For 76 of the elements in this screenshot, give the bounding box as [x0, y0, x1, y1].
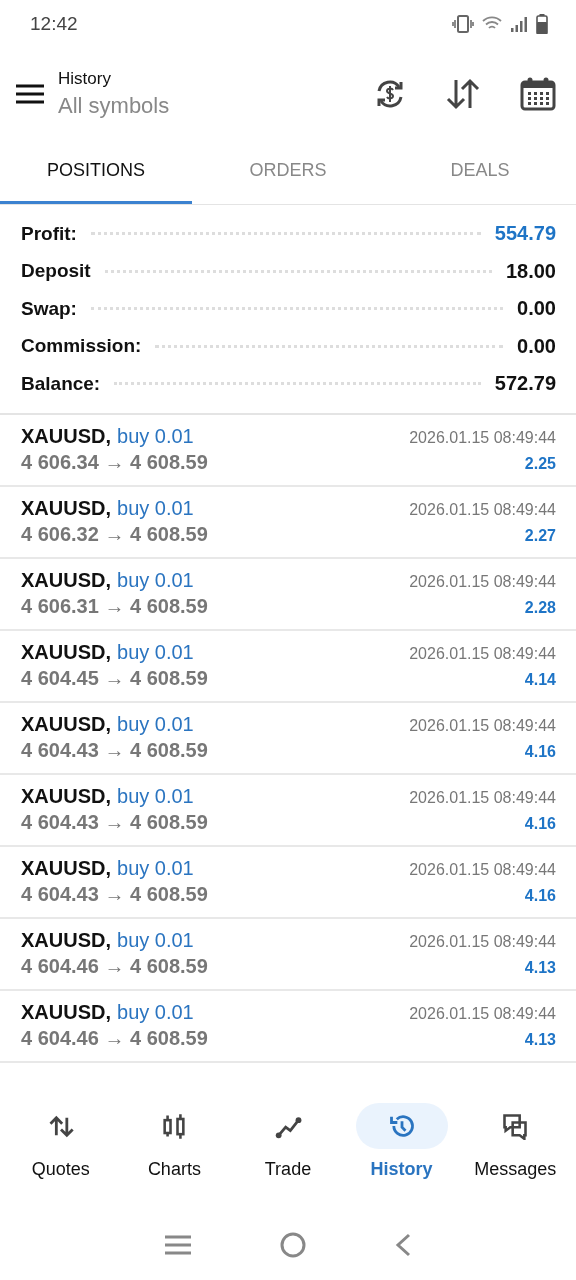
back-icon[interactable] [395, 1232, 412, 1257]
position-type: buy 0.01 [117, 1001, 194, 1023]
position-prices: 4 606.34 → 4 608.59 [21, 451, 208, 474]
summary-value: 554.79 [494, 222, 556, 246]
position-symbol: XAUUSD, [21, 1001, 111, 1023]
menu-icon[interactable] [16, 84, 44, 104]
position-symbol: XAUUSD, [21, 785, 111, 807]
position-time: 2026.01.15 08:49:44 [409, 861, 556, 879]
position-prices: 4 604.46 → 4 608.59 [21, 1027, 208, 1050]
position-type: buy 0.01 [117, 713, 194, 735]
position-profit: 4.16 [524, 887, 556, 905]
position-type: buy 0.01 [117, 641, 194, 663]
position-type: buy 0.01 [117, 569, 194, 591]
summary-value: 572.79 [494, 372, 556, 396]
position-symbol: XAUUSD, [21, 929, 111, 951]
tab[interactable]: POSITIONS [0, 140, 192, 204]
screen-title: History [58, 69, 112, 89]
position-prices: 4 606.32 → 4 608.59 [21, 523, 208, 546]
summary-value: 18.00 [505, 259, 556, 283]
battery-icon [536, 14, 548, 34]
position-time: 2026.01.15 08:49:44 [409, 789, 556, 807]
screen-subtitle[interactable]: All symbols [58, 93, 374, 119]
position-symbol: XAUUSD, [21, 569, 111, 591]
chat-bubbles-icon [501, 1111, 530, 1140]
position-prices: 4 604.43 → 4 608.59 [21, 811, 208, 834]
summary-label: Commission: [21, 335, 142, 358]
status-time: 12:42 [30, 13, 78, 35]
position-profit: 4.13 [524, 959, 556, 977]
position-time: 2026.01.15 08:49:44 [409, 1005, 556, 1023]
tab[interactable]: DEALS [384, 140, 576, 204]
position-profit: 4.13 [524, 1031, 556, 1049]
position-prices: 4 604.45 → 4 608.59 [21, 667, 208, 690]
summary-label: Balance: [21, 372, 101, 395]
position-profit: 2.25 [524, 455, 556, 473]
home-icon[interactable] [280, 1231, 306, 1258]
position-symbol: XAUUSD, [21, 497, 111, 519]
position-prices: 4 604.43 → 4 608.59 [21, 883, 208, 906]
summary-label: Profit: [21, 222, 77, 245]
position-time: 2026.01.15 08:49:44 [409, 933, 556, 951]
position-profit: 4.14 [524, 671, 556, 689]
nav-item[interactable]: History [347, 1104, 456, 1205]
position-symbol: XAUUSD, [21, 425, 111, 447]
position-symbol: XAUUSD, [21, 857, 111, 879]
nav-item[interactable]: Trade [234, 1104, 342, 1205]
recent-apps-icon[interactable] [164, 1233, 191, 1256]
nav-item[interactable]: Charts [120, 1104, 229, 1205]
position-type: buy 0.01 [117, 929, 194, 951]
summary-label: Deposit [21, 260, 91, 283]
position-prices: 4 604.46 → 4 608.59 [21, 955, 208, 978]
signal-icon [510, 16, 528, 32]
tab[interactable]: ORDERS [192, 140, 384, 204]
calendar-icon[interactable] [520, 77, 556, 111]
summary-value: 0.00 [517, 334, 556, 358]
position-time: 2026.01.15 08:49:44 [409, 717, 556, 735]
position-time: 2026.01.15 08:49:44 [409, 429, 556, 447]
position-type: buy 0.01 [117, 425, 194, 447]
position-time: 2026.01.15 08:49:44 [409, 645, 556, 663]
position-type: buy 0.01 [117, 785, 194, 807]
position-type: buy 0.01 [117, 857, 194, 879]
sort-icon[interactable] [446, 78, 480, 110]
vibrate-icon [452, 15, 474, 33]
position-time: 2026.01.15 08:49:44 [409, 573, 556, 591]
position-profit: 2.28 [524, 599, 556, 617]
position-type: buy 0.01 [117, 497, 194, 519]
nav-item[interactable]: Messages [461, 1104, 570, 1205]
position-time: 2026.01.15 08:49:44 [409, 501, 556, 519]
position-symbol: XAUUSD, [21, 641, 111, 663]
position-prices: 4 606.31 → 4 608.59 [21, 595, 208, 618]
nav-item[interactable]: Quotes [6, 1104, 115, 1205]
position-symbol: XAUUSD, [21, 713, 111, 735]
position-profit: 4.16 [524, 815, 556, 833]
position-prices: 4 604.43 → 4 608.59 [21, 739, 208, 762]
position-profit: 4.16 [524, 743, 556, 761]
summary-label: Swap: [21, 297, 77, 320]
position-profit: 2.27 [524, 527, 556, 545]
summary-value: 0.00 [517, 297, 556, 321]
